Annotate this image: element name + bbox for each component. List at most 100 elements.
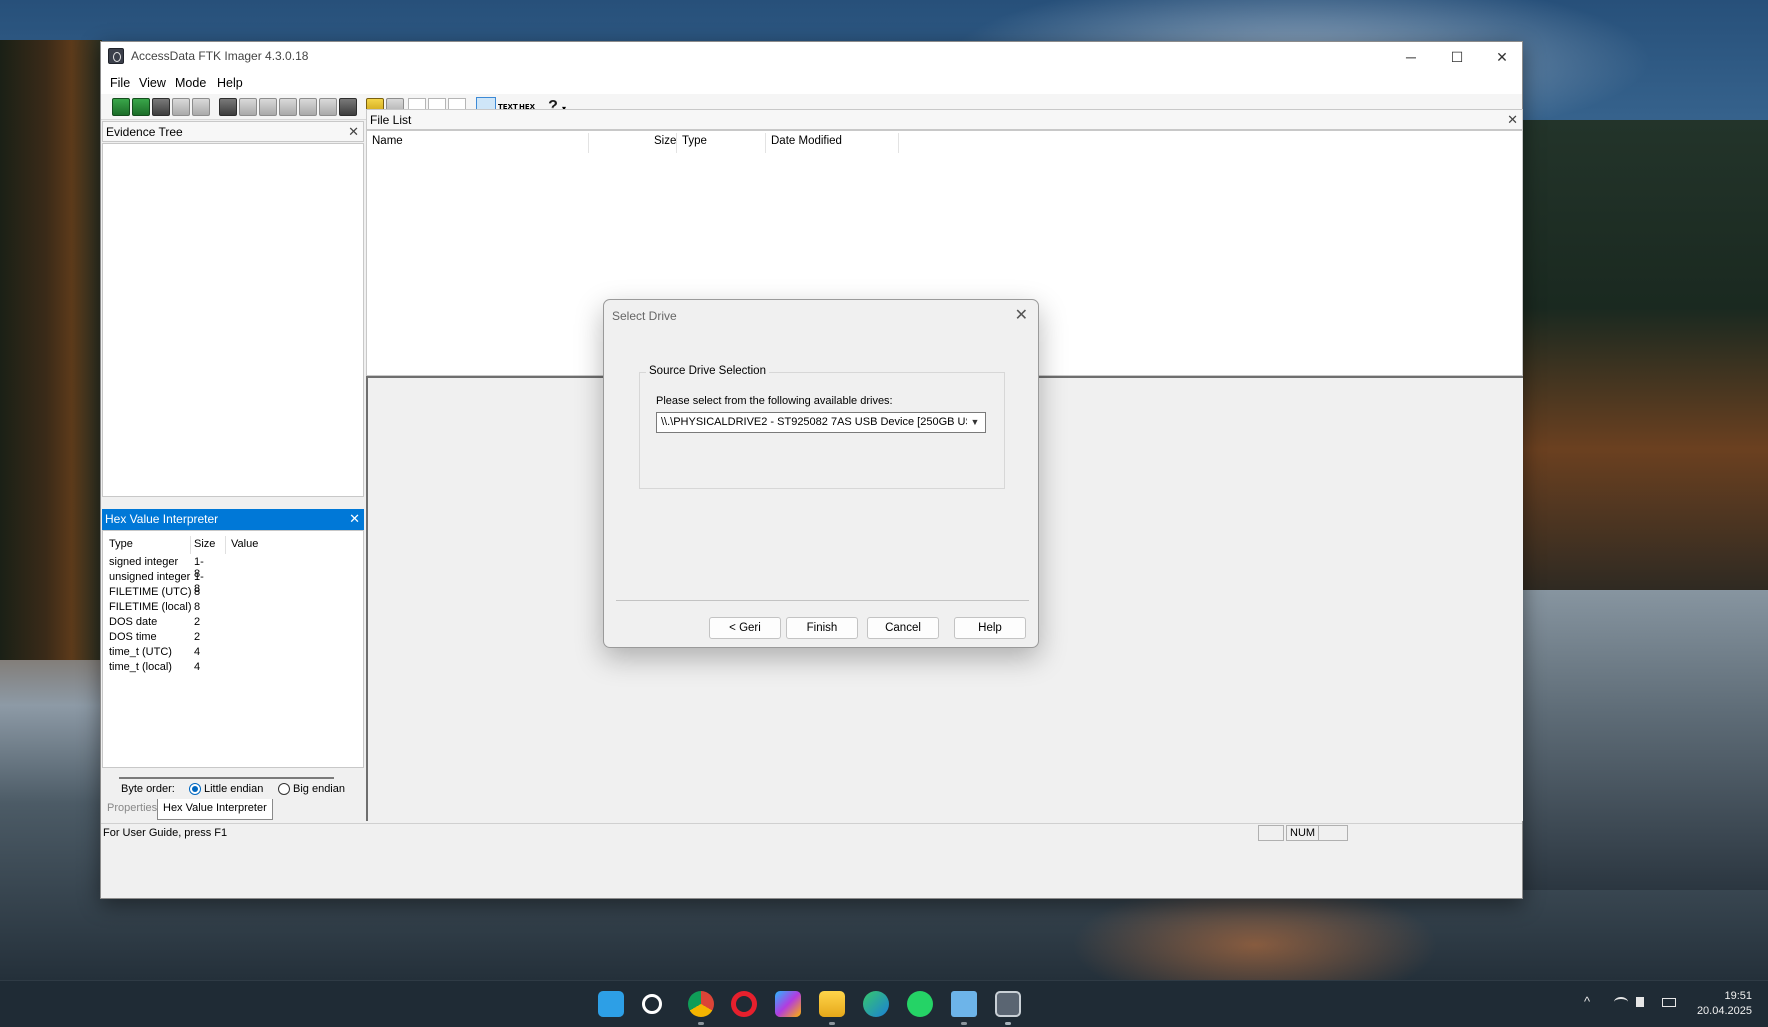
evidence-tree-pane[interactable] (102, 143, 364, 497)
chrome-icon[interactable] (688, 991, 714, 1017)
hvi-size: 8 (194, 586, 201, 598)
hvi-type: FILETIME (UTC) (109, 586, 192, 598)
file-list-title: File List (370, 113, 412, 127)
notepad-running-indicator (961, 1022, 967, 1025)
hvi-type: time_t (UTC) (109, 646, 172, 658)
file-list-header: File List ✕ (366, 109, 1523, 130)
hvi-size: 2 (194, 631, 201, 643)
column-divider[interactable] (676, 133, 677, 153)
edge-icon[interactable] (863, 991, 889, 1017)
wallpaper-lake (1522, 590, 1768, 890)
dialog-divider (616, 600, 1029, 601)
hvi-col-value[interactable]: Value (231, 538, 258, 550)
cancel-button[interactable]: Cancel (867, 617, 939, 639)
column-divider[interactable] (765, 133, 766, 153)
file-explorer-icon[interactable] (819, 991, 845, 1017)
finish-button[interactable]: Finish (786, 617, 858, 639)
opera-icon[interactable] (731, 991, 757, 1017)
remove-all-evidence-icon[interactable] (192, 98, 210, 116)
dialog-close-icon[interactable]: ✕ (1015, 305, 1028, 325)
notepad-icon[interactable] (951, 991, 977, 1017)
status-text: For User Guide, press F1 (103, 827, 228, 839)
col-type[interactable]: Type (682, 135, 707, 147)
col-size[interactable]: Size (654, 135, 676, 147)
export-logical-image-icon[interactable] (259, 98, 277, 116)
capture-memory-icon[interactable] (339, 98, 357, 116)
drive-select[interactable]: \\.\PHYSICALDRIVE2 - ST925082 7AS USB De… (656, 412, 986, 433)
chevron-down-icon[interactable]: ▼ (967, 414, 983, 431)
hex-value-interpreter-header: Hex Value Interpreter ✕ (102, 509, 364, 530)
window-title: AccessData FTK Imager 4.3.0.18 (131, 49, 309, 63)
menu-view[interactable]: View (139, 76, 166, 90)
column-divider[interactable] (588, 133, 589, 153)
drive-select-value: \\.\PHYSICALDRIVE2 - ST925082 7AS USB De… (661, 416, 984, 428)
hvi-col-divider[interactable] (225, 536, 226, 554)
file-list-close-icon[interactable]: ✕ (1507, 113, 1518, 126)
wifi-icon[interactable] (1614, 997, 1628, 1007)
tab-hex-value-interpreter[interactable]: Hex Value Interpreter (157, 799, 273, 820)
hvi-type: DOS date (109, 616, 158, 628)
little-endian-label[interactable]: Little endian (204, 783, 263, 795)
evidence-tree-close-icon[interactable]: ✕ (348, 125, 359, 138)
add-all-evidence-icon[interactable] (132, 98, 150, 116)
explorer-running-indicator (829, 1022, 835, 1025)
hvi-size: 4 (194, 661, 201, 673)
remove-evidence-icon[interactable] (172, 98, 190, 116)
status-num-indicator: NUM (1286, 825, 1320, 841)
taskbar: ^ 19:51 20.04.2025 (0, 980, 1768, 1027)
hex-value-interpreter-close-icon[interactable]: ✕ (349, 512, 360, 525)
title-bar[interactable]: AccessData FTK Imager 4.3.0.18 ─ ☐ ✕ (101, 42, 1522, 72)
volume-icon[interactable] (1636, 997, 1644, 1007)
hvi-col-size[interactable]: Size (194, 538, 215, 550)
hex-value-interpreter-list[interactable]: Type Size Value signed integer 1-8 unsign… (102, 530, 364, 779)
copilot-icon[interactable] (775, 991, 801, 1017)
hvi-size: 2 (194, 616, 201, 628)
hvi-size: 4 (194, 646, 201, 658)
menu-help[interactable]: Help (217, 76, 243, 90)
maximize-button[interactable]: ☐ (1434, 42, 1480, 72)
big-endian-label[interactable]: Big endian (293, 783, 345, 795)
status-caps-indicator (1258, 825, 1284, 841)
search-icon[interactable] (642, 994, 662, 1014)
clock-date: 20.04.2025 (1696, 1005, 1752, 1017)
export-disk-image-icon[interactable] (239, 98, 257, 116)
hvi-col-type[interactable]: Type (109, 538, 199, 550)
ftk-running-indicator (1005, 1022, 1011, 1025)
col-name[interactable]: Name (372, 135, 403, 147)
hvi-type: unsigned integer (109, 571, 191, 583)
close-button[interactable]: ✕ (1479, 42, 1525, 72)
group-title: Source Drive Selection (646, 365, 769, 377)
hvi-size: 8 (194, 601, 201, 613)
battery-icon[interactable] (1662, 998, 1676, 1007)
column-divider[interactable] (898, 133, 899, 153)
minimize-button[interactable]: ─ (1388, 42, 1434, 72)
tab-properties[interactable]: Properties (102, 799, 162, 820)
add-evidence-icon[interactable] (112, 98, 130, 116)
tray-chevron-icon[interactable]: ^ (1584, 994, 1590, 1009)
start-icon[interactable] (598, 991, 624, 1017)
hvi-col-divider[interactable] (190, 536, 191, 554)
evidence-tree-title: Evidence Tree (106, 125, 183, 139)
decrypt-ad1-icon[interactable] (319, 98, 337, 116)
drive-prompt: Please select from the following availab… (656, 395, 893, 407)
create-custom-content-icon[interactable] (299, 98, 317, 116)
menu-file[interactable]: File (110, 76, 130, 90)
back-button[interactable]: < Geri (709, 617, 781, 639)
whatsapp-icon[interactable] (907, 991, 933, 1017)
help-button[interactable]: Help (954, 617, 1026, 639)
add-to-custom-content-icon[interactable] (279, 98, 297, 116)
big-endian-radio[interactable] (278, 783, 290, 795)
menu-mode[interactable]: Mode (175, 76, 206, 90)
image-mounting-icon[interactable] (152, 98, 170, 116)
col-date-modified[interactable]: Date Modified (771, 135, 842, 147)
create-disk-image-icon[interactable] (219, 98, 237, 116)
ftk-app-icon (108, 48, 124, 64)
chrome-running-indicator (698, 1022, 704, 1025)
status-scroll-indicator (1318, 825, 1348, 841)
dialog-title: Select Drive (612, 309, 677, 323)
little-endian-radio[interactable] (189, 783, 201, 795)
clock[interactable]: 19:51 20.04.2025 (1688, 989, 1752, 1019)
ftk-imager-icon[interactable] (995, 991, 1021, 1017)
wallpaper-forest-left (0, 40, 102, 660)
select-drive-dialog: Select Drive ✕ Source Drive Selection Pl… (603, 299, 1039, 648)
